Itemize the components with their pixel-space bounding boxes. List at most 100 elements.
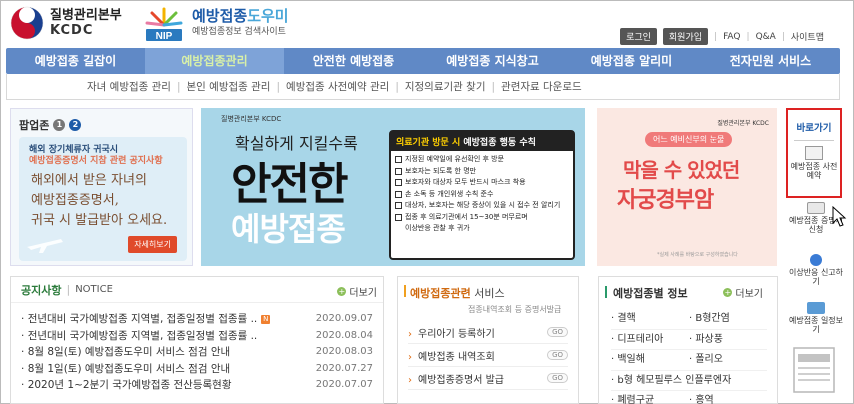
service-item-certificate[interactable]: › 예방접종증명서 발급 GO [408,367,568,390]
faq-link[interactable]: FAQ [723,32,740,42]
kdca-logo[interactable]: 질병관리본부 KCDC [10,6,122,40]
subnav-item-download[interactable]: 관련자료 다운로드 [501,79,582,94]
notice-more-link[interactable]: + 더보기 [337,284,377,299]
quick-menu-title: 바로가기 [796,123,832,134]
popup-script2: 예방접종증명서, [31,193,119,208]
service-item-label: 예방접종증명서 발급 [418,374,504,386]
notice-date: 2020.08.03 [315,346,373,357]
checkbox-icon [395,190,402,198]
banner-line2: 자궁경부암 [617,188,714,213]
notice-title: 전년대비 국가예방접종 지역별, 접종일정별 접종률 .. [27,313,258,325]
tab-notice[interactable]: 공지사항 [21,282,61,298]
quick-item-schedule-label: 예방접종 일정보기 [788,316,844,334]
subnav-item-child[interactable]: 자녀 예방접종 관리 [87,79,171,94]
subnav-divider: | [176,80,181,93]
site-name-a: 예방접종 [192,7,248,25]
nav-item-guide[interactable]: 예방접종 길잡이 [6,48,145,74]
join-button[interactable]: 회원가입 [662,28,709,45]
service-subtitle: 접종내역조회 등 증명서발급 [468,305,562,314]
subnav-item-clinic[interactable]: 지정의료기관 찾기 [405,79,486,94]
checkbox-icon [395,156,402,164]
qa-link[interactable]: Q&A [756,32,776,42]
document-icon [807,202,825,214]
notice-more-label: 더보기 [349,288,377,299]
popup-banner[interactable]: 해외 장기체류자 귀국시 예방접종증명서 지참 관련 공지사항 해외에서 받은 자… [19,137,187,261]
banner-kdca-logo: 질병관리본부 KCDC [717,120,769,127]
disease-label: 결핵 [617,313,636,324]
rule-item: 손 소독 등 개인위생 수칙 준수 [395,189,569,201]
section-marker [605,286,607,298]
notice-row[interactable]: · 2020년 1~2분기 국가예방접종 전산등록현황 2020.07.07 [21,377,373,394]
quick-menu: 바로가기 예방접종 사전예약 [786,108,842,198]
notice-title: 8월 8일(토) 예방접종도우미 서비스 점검 안내 [27,346,231,358]
disease-item-diphtheria[interactable]: · 디프테리아 [611,330,689,350]
site-header: 질병관리본부 KCDC NIP 예방접종도우미 예방접종정보 검색사이트 로그인… [0,0,854,48]
subnav-item-reservation[interactable]: 예방접종 사전예약 관리 [286,79,389,94]
visit-rules-title: 의료기관 방문 시 예방접종 행동 수칙 [391,132,573,151]
disease-item-tuberculosis[interactable]: · 결핵 [611,309,689,330]
popup-detail-button[interactable]: 자세히보기 [128,236,177,253]
notice-row[interactable]: · 8월 1일(토) 예방접종도우미 서비스 점검 안내 2020.07.27 [21,361,373,378]
safe-vaccination-banner[interactable]: 질병관리본부 KCDC 확실하게 지킬수록 안전한 예방접종 의료기관 방문 시… [201,108,585,266]
disease-item-measles[interactable]: · 홍역 [689,391,767,404]
util-divider: | [746,31,750,42]
subnav-divider: | [395,80,399,93]
service-item-label: 우리아기 등록하기 [418,328,495,340]
disease-item-pertussis[interactable]: · 백일해 [611,350,689,371]
check-circle-icon [810,254,822,266]
checkbox-icon [395,179,402,187]
go-button[interactable]: GO [547,373,568,383]
disease-item-polio[interactable]: · 폴리오 [689,350,767,371]
nip-logo[interactable]: NIP 예방접종도우미 예방접종정보 검색사이트 [142,5,289,43]
disease-more-link[interactable]: + 더보기 [723,285,763,300]
site-name-b: 도우미 [247,7,289,25]
nav-item-safety[interactable]: 안전한 예방접종 [284,48,423,74]
notice-row[interactable]: · 전년대비 국가예방접종 지역별, 접종일정별 접종률 .. 2020.08.0… [21,328,373,345]
go-button[interactable]: GO [547,350,568,360]
disease-item-hib[interactable]: · b형 헤모필루스 인플루엔자 [611,371,767,391]
subnav-item-self[interactable]: 본인 예방접종 관리 [187,79,271,94]
quick-item-reservation[interactable]: 예방접종 사전예약 [788,162,840,180]
rule-text: 보호자와 대상자 모두 반드시 마스크 착용 [405,178,526,186]
disease-item-hepatitis-b[interactable]: · B형간염 [689,309,767,330]
disease-item-pneumococcal[interactable]: · 폐렴구균 [611,391,689,404]
sitemap-link[interactable]: 사이트맵 [791,30,824,43]
popup-page-2[interactable]: 2 [69,119,82,131]
service-item-history[interactable]: › 예방접종 내역조회 GO [408,344,568,367]
tab-notice-en[interactable]: NOTICE [75,284,113,295]
checkbox-icon [395,167,402,175]
tab-divider: | [66,283,71,296]
service-title-a: 예방접종관련 [410,287,471,300]
disease-item-tetanus[interactable]: · 파상풍 [689,330,767,350]
service-item-register-baby[interactable]: › 우리아기 등록하기 GO [408,321,568,344]
quick-item-schedule[interactable]: 예방접종 일정보기 [788,302,844,334]
go-button[interactable]: GO [547,327,568,337]
rule-item: 보호자와 대상자 모두 반드시 마스크 착용 [395,177,569,189]
kdca-name: 질병관리본부 [50,8,122,23]
popup-zone-title: 팝업존 [19,119,50,132]
nav-item-management[interactable]: 예방접종관리 [145,48,284,74]
vaccination-service-box: 예방접종관련 서비스 접종내역조회 등 증명서발급 › 우리아기 등록하기 GO ›… [397,276,579,404]
nav-item-civil-service[interactable]: 전자민원 서비스 [701,48,840,74]
checkbox-icon [395,202,402,210]
site-name: 예방접종도우미 [192,8,289,24]
rule-text: 이상반응 관찰 후 귀가 [405,224,470,232]
notice-row[interactable]: · 전년대비 국가예방접종 지역별, 접종일정별 접종률 .. N 2020.09.… [21,311,373,328]
login-button[interactable]: 로그인 [620,28,657,45]
rule-item: 이상반응 관찰 후 귀가 [395,223,569,235]
banner-pill: 어느 예비신부의 눈물 [645,132,733,147]
popup-page-1[interactable]: 1 [53,119,66,131]
disease-label: 홍역 [695,395,714,404]
cervical-cancer-banner[interactable]: 질병관리본부 KCDC 어느 예비신부의 눈물 막을 수 있었던 자궁경부암 *… [597,108,777,266]
sub-nav: 자녀 예방접종 관리 | 본인 예방접종 관리 | 예방접종 사전예약 관리 | 지정… [6,74,840,100]
calendar-icon [805,146,823,160]
notice-row[interactable]: · 8월 8일(토) 예방접종도우미 서비스 점검 안내 2020.08.03 [21,344,373,361]
rule-item: 접종 후 의료기관에서 15~30분 머무르며 [395,212,569,224]
quick-item-report-label: 이상반응 신고하기 [788,268,844,286]
quick-item-report[interactable]: 이상반응 신고하기 [788,254,844,286]
rule-item: 대상자, 보호자는 해당 증상이 있을 시 접수 전 알리기 [395,200,569,212]
nav-item-knowledge[interactable]: 예방접종 지식창고 [423,48,562,74]
kdca-abbr: KCDC [50,23,94,38]
visit-rules-title-a: 의료기관 방문 시 [396,138,461,148]
nav-item-alert[interactable]: 예방접종 알리미 [562,48,701,74]
